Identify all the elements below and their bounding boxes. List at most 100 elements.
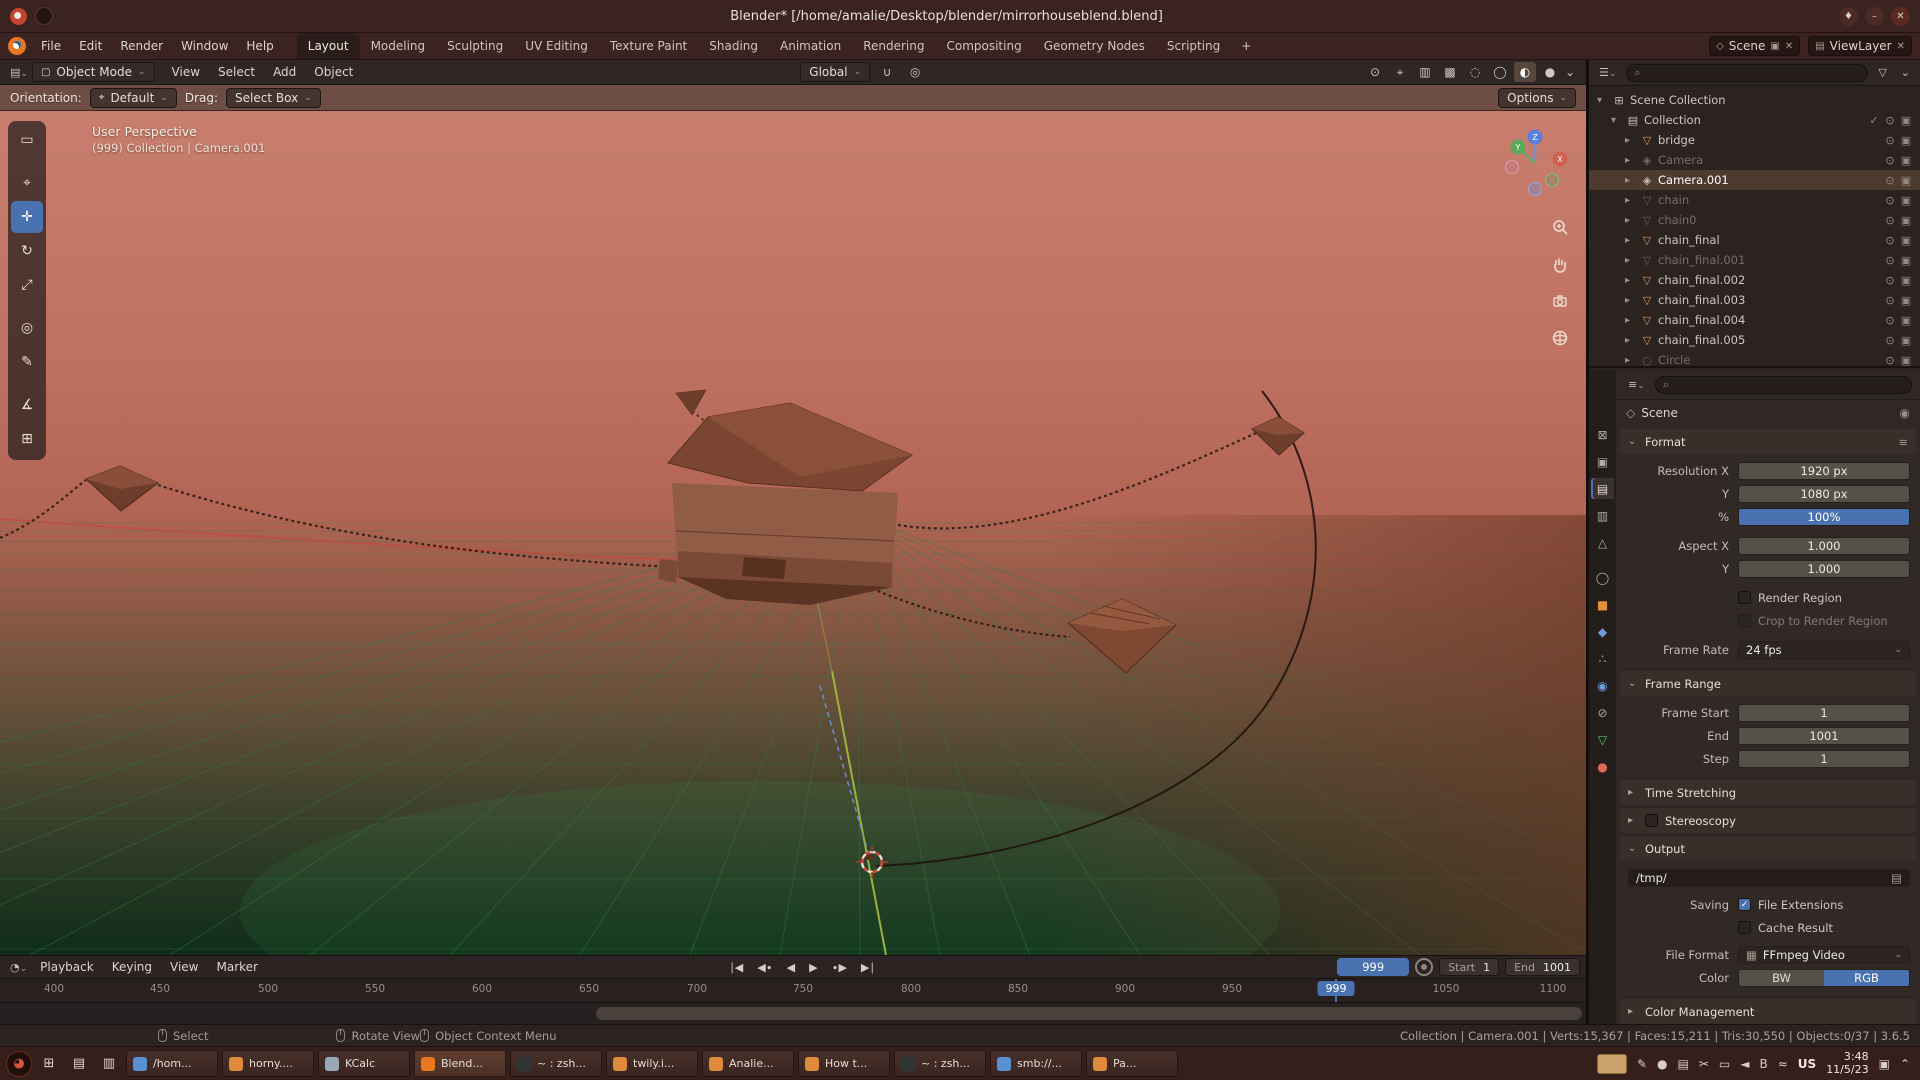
workspace-tab[interactable]: Animation [769, 33, 852, 59]
visibility-dropdown-icon[interactable]: ⊙ [1364, 62, 1386, 82]
properties-tab-icon[interactable]: ▤ [1591, 478, 1614, 499]
tray-icon[interactable]: ≈ [1778, 1057, 1788, 1071]
crop-region-checkbox[interactable] [1738, 614, 1751, 627]
expand-arrow-icon[interactable]: ▸ [1625, 175, 1639, 186]
workspace-tab[interactable]: Modeling [360, 33, 437, 59]
timeline-menu-item[interactable]: Keying [103, 960, 161, 974]
resolution-x-field[interactable]: 1920 px [1738, 462, 1910, 480]
drag-setting-dropdown[interactable]: Select Box ⌄ [226, 88, 321, 108]
keep-above-button[interactable]: ♦ [1839, 7, 1858, 26]
folder-browse-icon[interactable]: ▤ [1891, 871, 1902, 885]
properties-tab-icon[interactable]: ⊘ [1591, 702, 1614, 723]
tray-icon[interactable]: ✂ [1699, 1057, 1709, 1071]
panel-presets-icon[interactable]: ≡ [1898, 435, 1908, 449]
frame-rate-dropdown[interactable]: 24 fps⌄ [1738, 641, 1910, 659]
hide-eye-icon[interactable]: ⊙ [1882, 314, 1898, 327]
toggle-grid-icon[interactable] [1546, 324, 1574, 352]
notifications-icon[interactable]: ▣ [1879, 1057, 1890, 1071]
workspace-tab[interactable]: Geometry Nodes [1033, 33, 1156, 59]
expand-arrow-icon[interactable]: ▸ [1625, 255, 1639, 266]
expand-tray-icon[interactable]: ⌃ [1900, 1057, 1910, 1071]
properties-tab-icon[interactable]: ∴ [1591, 648, 1614, 669]
taskbar-window-button[interactable]: ~ : zsh... [894, 1050, 986, 1077]
hide-eye-icon[interactable]: ⊙ [1882, 254, 1898, 267]
output-path-field[interactable]: /tmp/▤ [1628, 869, 1910, 887]
workspace-tab[interactable]: Compositing [935, 33, 1032, 59]
transform-orientation-dropdown[interactable]: Global ⌄ [800, 62, 870, 82]
viewport-menu-item[interactable]: Select [209, 65, 264, 79]
horizontal-scrollbar[interactable] [596, 1007, 1582, 1020]
collapse-arrow-icon[interactable]: ▾ [1597, 95, 1611, 106]
workspace-tab[interactable]: Shading [698, 33, 769, 59]
outliner-object-row[interactable]: ▸ ▽ chain_final.002 ⊙ ▣ [1589, 270, 1920, 290]
file-extensions-checkbox[interactable]: ✓ [1738, 898, 1751, 911]
hide-eye-icon[interactable]: ⊙ [1882, 334, 1898, 347]
output-section-header[interactable]: ⌄ Output [1620, 836, 1916, 861]
frame-step-field[interactable]: 1 [1738, 750, 1910, 768]
shading-material-icon[interactable]: ◐ [1514, 62, 1536, 82]
disable-render-icon[interactable]: ▣ [1898, 214, 1914, 227]
properties-tab-icon[interactable]: ● [1591, 756, 1614, 777]
properties-tab-icon[interactable]: ■ [1591, 594, 1614, 615]
workspace-tab[interactable]: UV Editing [514, 33, 599, 59]
editor-type-icon[interactable]: ▤⌄ [6, 66, 32, 79]
scene-collection-row[interactable]: ▾ ⊞ Scene Collection [1589, 90, 1920, 110]
outliner-object-row[interactable]: ▸ ▽ bridge ⊙ ▣ [1589, 130, 1920, 150]
viewlayer-selector[interactable]: ▤ ViewLayer ✕ [1808, 36, 1912, 56]
proportional-editing-icon[interactable]: ◎ [904, 62, 926, 82]
viewport-menu-item[interactable]: View [163, 65, 209, 79]
transport-button[interactable]: ∣◀ [723, 961, 749, 974]
hide-eye-icon[interactable]: ⊙ [1882, 194, 1898, 207]
shading-rendered-icon[interactable]: ● [1539, 62, 1561, 82]
frame-end-field[interactable]: End 1001 [1505, 958, 1580, 976]
tool-button[interactable]: ⤢ [11, 269, 43, 301]
tool-button[interactable]: ∡ [11, 389, 43, 421]
timeline-menu-item[interactable]: Marker [208, 960, 267, 974]
3d-viewport[interactable]: User Perspective (999) Collection | Came… [0, 111, 1586, 955]
time-stretching-section-header[interactable]: ▸ Time Stretching [1620, 780, 1916, 805]
disable-render-icon[interactable]: ▣ [1898, 254, 1914, 267]
workspace-tab[interactable]: Texture Paint [599, 33, 698, 59]
workspace-tab[interactable]: Layout [297, 33, 360, 59]
tray-icon[interactable]: ◄ [1740, 1057, 1749, 1071]
scene-selector[interactable]: ◇ Scene ▣ ✕ [1709, 36, 1800, 56]
notes-widget-icon[interactable]: ▤ [66, 1051, 92, 1077]
timeline-ruler[interactable]: 4004505005506006507007508008509009501050… [0, 978, 1586, 1002]
outliner-options-icon[interactable]: ⌄ [1897, 66, 1914, 79]
taskbar-window-button[interactable]: smb://... [990, 1050, 1082, 1077]
hide-eye-icon[interactable]: ⊙ [1882, 234, 1898, 247]
taskbar-window-button[interactable]: twily.i... [606, 1050, 698, 1077]
remove-viewlayer-icon[interactable]: ✕ [1897, 41, 1905, 52]
cache-result-checkbox[interactable] [1738, 921, 1751, 934]
transport-button[interactable]: ▶ [803, 961, 823, 974]
render-region-checkbox[interactable] [1738, 591, 1751, 604]
taskbar-window-button[interactable]: Analie... [702, 1050, 794, 1077]
transport-button[interactable]: ◀ [781, 961, 801, 974]
expand-arrow-icon[interactable]: ▸ [1625, 295, 1639, 306]
tray-icon[interactable]: ✎ [1637, 1057, 1647, 1071]
tool-button[interactable]: ⌖ [11, 167, 43, 199]
pin-icon[interactable]: ◉ [1900, 406, 1910, 420]
outliner-object-row[interactable]: ▸ ▽ chain_final.005 ⊙ ▣ [1589, 330, 1920, 350]
disable-render-icon[interactable]: ▣ [1898, 134, 1914, 147]
taskbar-window-button[interactable]: Pa... [1086, 1050, 1178, 1077]
taskbar-window-button[interactable]: horny.... [222, 1050, 314, 1077]
tray-icon[interactable]: B [1760, 1057, 1768, 1071]
navigation-gizmo[interactable]: Z Y X [1497, 125, 1573, 201]
workspace-tab[interactable]: Sculpting [436, 33, 514, 59]
resolution-percent-slider[interactable]: 100% [1738, 508, 1910, 526]
disable-render-icon[interactable]: ▣ [1898, 354, 1914, 367]
properties-tab-icon[interactable]: ▣ [1591, 451, 1614, 472]
properties-editor-icon[interactable]: ≡⌄ [1624, 378, 1649, 391]
timeline-editor-icon[interactable]: ◔⌄ [6, 961, 31, 974]
viewport-menu-item[interactable]: Add [264, 65, 305, 79]
taskbar-window-button[interactable]: How t... [798, 1050, 890, 1077]
format-section-header[interactable]: ⌄ Format ≡ [1620, 429, 1916, 454]
disable-render-icon[interactable]: ▣ [1898, 274, 1914, 287]
taskbar-window-button[interactable]: Blend... [414, 1050, 506, 1077]
expand-arrow-icon[interactable]: ▸ [1625, 355, 1639, 366]
neg-z-axis-ball[interactable] [1529, 183, 1542, 196]
expand-arrow-icon[interactable]: ▸ [1625, 315, 1639, 326]
hide-eye-icon[interactable]: ⊙ [1882, 354, 1898, 367]
add-workspace-button[interactable]: + [1231, 33, 1261, 59]
